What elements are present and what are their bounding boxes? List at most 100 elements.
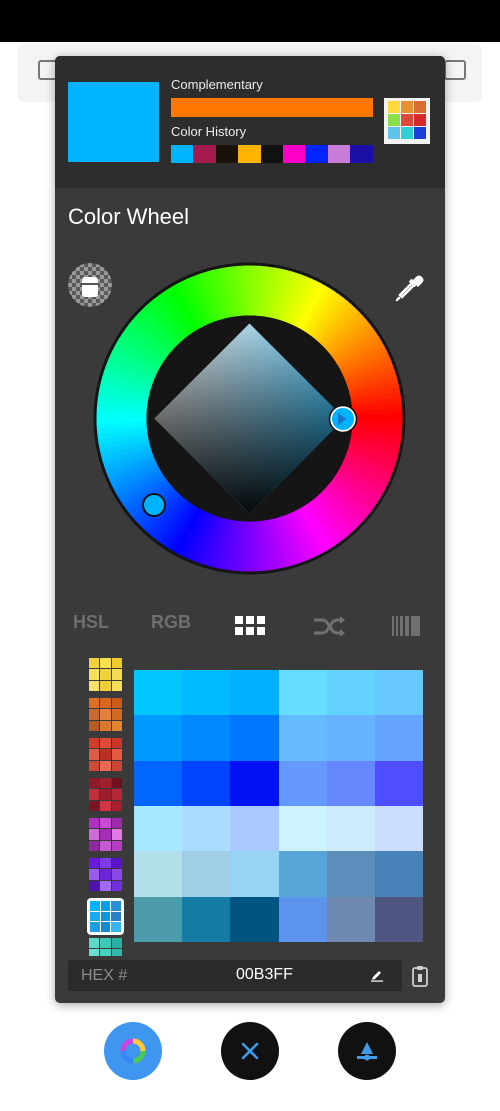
palette-category-item[interactable]	[89, 858, 122, 891]
history-swatch[interactable]	[260, 145, 283, 163]
hex-value[interactable]: 00B3FF	[236, 966, 293, 984]
palette-icon-cell	[414, 127, 426, 139]
palette-category-item[interactable]	[89, 778, 122, 811]
palette-category-cell	[111, 658, 122, 669]
palette-category-item[interactable]	[89, 698, 122, 731]
grid-swatch[interactable]	[182, 670, 231, 716]
palette-category-cell	[100, 901, 111, 911]
grid-swatch[interactable]	[374, 851, 423, 897]
tab-hsl[interactable]: HSL	[73, 612, 109, 633]
edit-pencil-icon[interactable]	[370, 968, 384, 982]
palette-category-cell	[89, 840, 100, 851]
color-wheel-mode-button[interactable]	[104, 1022, 162, 1080]
palette-category-cell	[100, 818, 111, 829]
grid-swatch[interactable]	[374, 670, 423, 716]
clipboard-icon[interactable]	[411, 965, 429, 987]
grid-swatch[interactable]	[326, 670, 375, 716]
grid-swatch[interactable]	[230, 715, 279, 761]
grid-swatch[interactable]	[374, 896, 423, 942]
history-swatch[interactable]	[305, 145, 328, 163]
color-picker-panel: Complementary Color History Color Wheel	[55, 56, 445, 1003]
palette-category-item[interactable]	[89, 938, 122, 956]
tab-gradient-bars-icon[interactable]	[392, 616, 420, 641]
swatch-grid[interactable]	[134, 670, 423, 942]
palette-category-item[interactable]	[89, 818, 122, 851]
palette-category-item[interactable]	[87, 898, 124, 935]
palette-category-item[interactable]	[89, 658, 122, 691]
palette-icon[interactable]	[384, 98, 430, 144]
palette-category-cell	[100, 858, 111, 869]
palette-category-cell	[111, 800, 122, 811]
palette-category-cell	[100, 829, 111, 840]
palette-icon-cell	[401, 114, 413, 126]
tab-rgb[interactable]: RGB	[151, 612, 191, 633]
palette-category-list[interactable]	[85, 656, 127, 956]
palette-category-cell	[111, 680, 122, 691]
current-color-swatch[interactable]	[68, 82, 159, 162]
palette-category-cell	[111, 901, 121, 911]
palette-category-cell	[100, 760, 111, 771]
palette-icon-cell	[401, 101, 413, 113]
grid-swatch[interactable]	[374, 760, 423, 806]
palette-category-cell	[111, 818, 122, 829]
grid-swatch[interactable]	[134, 715, 183, 761]
history-swatch[interactable]	[350, 145, 373, 163]
history-swatch[interactable]	[193, 145, 216, 163]
palette-category-cell	[100, 938, 111, 949]
window-icon	[444, 60, 466, 80]
grid-swatch[interactable]	[230, 760, 279, 806]
grid-swatch[interactable]	[278, 715, 327, 761]
grid-swatch[interactable]	[326, 851, 375, 897]
palette-category-cell	[111, 749, 122, 760]
grid-swatch[interactable]	[374, 715, 423, 761]
grid-swatch[interactable]	[278, 851, 327, 897]
grid-swatch[interactable]	[134, 670, 183, 716]
grid-swatch[interactable]	[278, 805, 327, 852]
grid-swatch[interactable]	[326, 715, 375, 761]
grid-swatch[interactable]	[326, 896, 375, 942]
palette-category-cell	[111, 858, 122, 869]
grid-swatch[interactable]	[134, 851, 183, 897]
grid-swatch[interactable]	[326, 805, 375, 852]
grid-swatch[interactable]	[182, 715, 231, 761]
grid-swatch[interactable]	[182, 760, 231, 806]
hue-selector[interactable]	[142, 493, 166, 517]
grid-swatch[interactable]	[230, 670, 279, 716]
grid-swatch[interactable]	[182, 896, 231, 942]
palette-category-cell	[89, 858, 100, 869]
grid-swatch[interactable]	[182, 851, 231, 897]
grid-swatch[interactable]	[182, 805, 231, 852]
history-swatch[interactable]	[238, 145, 261, 163]
grid-swatch[interactable]	[134, 760, 183, 806]
grid-swatch[interactable]	[230, 805, 279, 852]
palette-category-cell	[100, 669, 111, 680]
palette-category-cell	[111, 709, 122, 720]
history-swatch[interactable]	[327, 145, 351, 163]
palette-category-cell	[100, 778, 111, 789]
grid-swatch[interactable]	[278, 896, 327, 942]
grid-swatch[interactable]	[230, 896, 279, 942]
palette-category-item[interactable]	[89, 738, 122, 771]
history-swatch[interactable]	[171, 145, 194, 163]
history-swatch[interactable]	[215, 145, 239, 163]
complementary-color-bar[interactable]	[171, 98, 373, 117]
palette-icon-cell	[414, 101, 426, 113]
grid-swatch[interactable]	[278, 760, 327, 806]
grid-swatch[interactable]	[278, 670, 327, 716]
grid-swatch[interactable]	[134, 805, 183, 852]
diamond-selector[interactable]	[328, 404, 358, 434]
color-wheel[interactable]	[92, 261, 407, 576]
history-swatch[interactable]	[282, 145, 306, 163]
tab-random-shuffle-icon[interactable]	[312, 614, 346, 643]
grid-swatch[interactable]	[374, 805, 423, 852]
hex-input-field[interactable]: HEX # 00B3FF	[68, 960, 402, 991]
palette-category-cell	[100, 911, 111, 922]
complementary-label: Complementary	[171, 77, 263, 92]
grid-swatch[interactable]	[326, 760, 375, 806]
grid-swatch[interactable]	[134, 896, 183, 942]
tab-swatches-grid-icon[interactable]	[235, 616, 265, 641]
palette-icon-cell	[401, 127, 413, 139]
grid-swatch[interactable]	[230, 851, 279, 897]
fill-mode-button[interactable]	[338, 1022, 396, 1080]
close-button[interactable]	[221, 1022, 279, 1080]
